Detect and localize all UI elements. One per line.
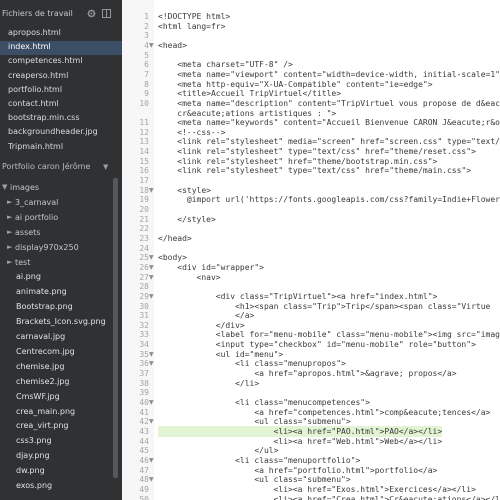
split-view-icon[interactable] — [102, 9, 111, 18]
tree-folder[interactable]: ► display970x250 — [0, 242, 110, 256]
tree-file[interactable]: animate.png — [0, 286, 110, 300]
working-file-item[interactable]: competences.html — [0, 55, 122, 69]
tree-item-label: chemise2.jpg — [16, 376, 70, 386]
triangle-right-icon[interactable]: ► — [7, 243, 12, 251]
tree-file[interactable]: ai.png — [0, 271, 110, 285]
tree-item-label: djay.png — [16, 451, 50, 461]
tree-file[interactable]: crea_virt.png — [0, 420, 110, 434]
code-text: <li><a href="Crea.html">Cr&eacute;ations… — [158, 494, 500, 500]
tree-item-label: css3.png — [16, 436, 52, 446]
tree-file[interactable]: exos.png — [0, 480, 110, 494]
tree-folder[interactable]: ▼ images — [0, 182, 110, 196]
working-file-item[interactable]: bootstrap.min.css — [0, 112, 122, 126]
triangle-right-icon[interactable]: ► — [7, 258, 12, 266]
tree-file[interactable]: CmsWF.jpg — [0, 391, 110, 405]
working-files-header: Fichiers de travail — [0, 4, 122, 24]
working-file-item[interactable]: index.html — [0, 41, 122, 56]
tree-item-label: exos.png — [16, 481, 53, 490]
tree-item-label: test — [15, 257, 31, 267]
tree-item-label: CmsWF.jpg — [16, 391, 60, 401]
tree-item-label: chemise.jpg — [16, 361, 65, 371]
tree-file[interactable]: css3.png — [0, 435, 110, 449]
working-file-item[interactable]: creaperso.html — [0, 70, 122, 84]
tree-file[interactable]: djay.png — [0, 450, 110, 464]
gear-icon[interactable] — [87, 9, 96, 18]
tree-item-label: ai.png — [16, 272, 41, 282]
tree-file[interactable]: dw.png — [0, 465, 110, 479]
tree-folder[interactable]: ► test — [0, 257, 110, 271]
working-file-item[interactable]: contact.html — [0, 98, 122, 112]
tree-item-label: Bootstrap.png — [16, 302, 73, 312]
tree-file[interactable]: chemise2.jpg — [0, 376, 110, 390]
triangle-right-icon[interactable]: ► — [7, 228, 12, 236]
working-file-label: Tripmain.html — [8, 141, 64, 151]
working-file-label: portfolio.html — [8, 84, 63, 94]
tree-file[interactable]: crea_main.png — [0, 406, 110, 420]
working-file-label: bootstrap.min.css — [8, 113, 80, 123]
tree-file[interactable]: Centrecom.jpg — [0, 346, 110, 360]
tree-item-label: crea_virt.png — [16, 421, 69, 431]
tree-item-label: Brackets_Icon.svg.png — [16, 317, 106, 327]
tree-item-label: crea_main.png — [16, 406, 76, 416]
working-file-label: creaperso.html — [8, 70, 69, 80]
chevron-down-icon: ▼ — [103, 163, 109, 171]
tree-item-label: ai portfolio — [15, 212, 59, 222]
triangle-right-icon[interactable]: ► — [7, 198, 12, 206]
working-file-item[interactable]: portfolio.html — [0, 84, 122, 98]
working-file-label: contact.html — [8, 99, 59, 108]
tree-item-label: 3_carnaval — [15, 197, 59, 207]
tree-item-label: assets — [15, 227, 41, 237]
project-title: Portfolio caron Jérôme — [2, 162, 91, 171]
working-file-item[interactable]: Tripmain.html — [0, 141, 122, 155]
working-file-label: index.html — [8, 42, 51, 52]
tree-file[interactable]: Brackets_Icon.svg.png — [0, 316, 110, 330]
tree-item-label: display970x250 — [15, 242, 79, 252]
tree-item-label: animate.png — [16, 287, 67, 297]
tree-file[interactable]: carnaval.jpg — [0, 331, 110, 345]
working-files-title: Fichiers de travail — [2, 9, 73, 18]
tree-item-label: images — [10, 183, 40, 192]
tree-file[interactable]: chemise.jpg — [0, 361, 110, 375]
tree-file[interactable]: Bootstrap.png — [0, 301, 110, 315]
code-editor[interactable]: 1 <!DOCTYPE html> 2 <html lang=fr> 3 4 ▼ <head>… — [122, 0, 500, 500]
tree-folder[interactable]: ► assets — [0, 227, 110, 241]
tree-item-label: dw.png — [16, 466, 45, 476]
working-file-label: backgroundheader.jpg — [8, 127, 98, 137]
code-line[interactable]: 50 <li><a href="Crea.html">Cr&eacute;ati… — [122, 494, 500, 500]
project-dropdown[interactable]: Portfolio caron Jérôme ▼ — [0, 161, 122, 175]
working-file-item[interactable]: backgroundheader.jpg — [0, 126, 122, 140]
triangle-right-icon[interactable]: ► — [7, 213, 12, 221]
tree-item-label: carnaval.jpg — [16, 332, 66, 341]
sidebar: Fichiers de travail apropos.html index.ht… — [0, 0, 122, 500]
working-file-item[interactable]: apropos.html — [0, 27, 122, 41]
working-file-label: apropos.html — [8, 28, 61, 37]
sidebar-scrollbar[interactable] — [113, 178, 118, 478]
triangle-down-icon[interactable]: ▼ — [2, 183, 7, 191]
tree-folder[interactable]: ► ai portfolio — [0, 212, 110, 226]
working-file-label: competences.html — [8, 56, 83, 66]
line-number: 50 — [139, 494, 149, 500]
tree-item-label: Centrecom.jpg — [16, 346, 75, 356]
tree-folder[interactable]: ► 3_carnaval — [0, 197, 110, 211]
